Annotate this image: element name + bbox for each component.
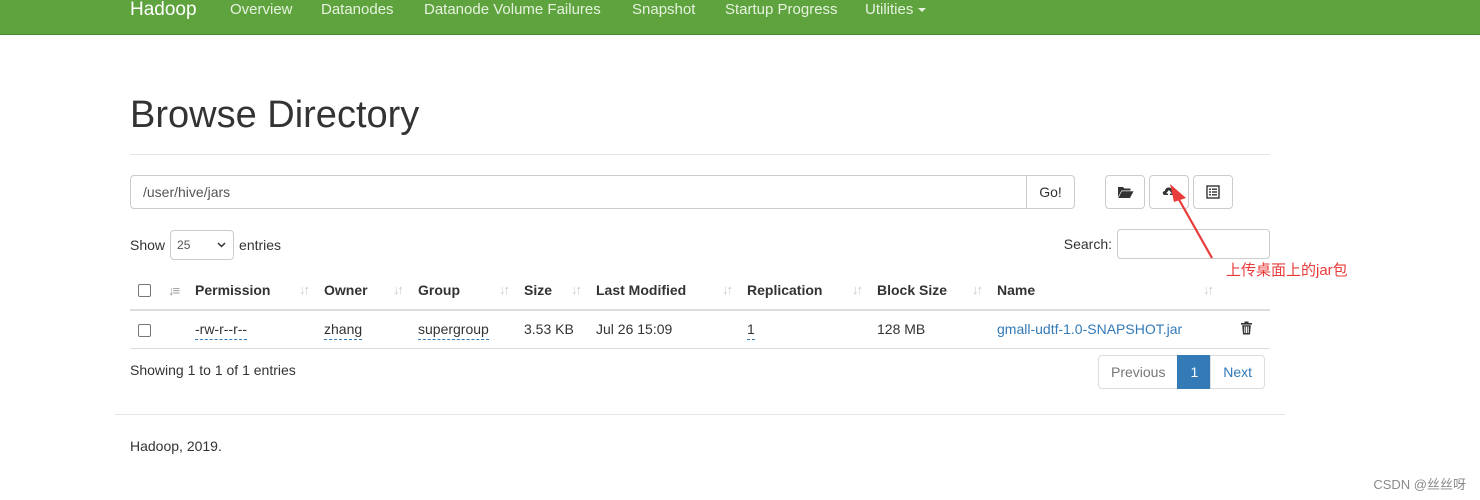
row-spacer-cell	[160, 310, 187, 349]
next-page-button[interactable]: Next	[1210, 355, 1266, 389]
row-checkbox[interactable]	[138, 324, 151, 338]
entries-length-value: 25	[177, 238, 191, 252]
previous-page-button[interactable]: Previous	[1098, 355, 1179, 389]
block-size-cell: 128 MB	[869, 310, 989, 349]
entries-length-select[interactable]: 25	[170, 230, 235, 260]
nav-datanodes[interactable]: Datanodes	[321, 0, 394, 20]
column-size-label: Size	[524, 281, 553, 298]
replication-link[interactable]: 1	[747, 321, 755, 341]
sort-icon: ↓↑	[1203, 282, 1214, 297]
table-info: Showing 1 to 1 of 1 entries	[130, 362, 296, 378]
column-replication-label: Replication	[747, 281, 823, 298]
sort-icon: ↓↑	[571, 282, 582, 297]
column-permission[interactable]: Permission ↓↑	[187, 270, 316, 311]
column-name-label: Name	[997, 281, 1036, 298]
nav-startup-progress[interactable]: Startup Progress	[725, 0, 838, 20]
nav-utilities-dropdown[interactable]: Utilities	[865, 0, 927, 20]
footer-divider	[115, 414, 1285, 415]
nav-snapshot[interactable]: Snapshot	[632, 0, 695, 20]
sort-icon: ↓↑	[499, 282, 510, 297]
path-form: Go!	[130, 175, 1075, 209]
annotation-label: 上传桌面上的jar包	[1226, 262, 1348, 279]
select-all-checkbox[interactable]	[138, 284, 151, 298]
sort-icon: ↓↑	[722, 282, 733, 297]
column-group-label: Group	[418, 281, 460, 298]
footer-text: Hadoop, 2019.	[130, 438, 222, 454]
size-cell: 3.53 KB	[516, 310, 588, 349]
directory-path-input[interactable]	[130, 175, 1027, 209]
search-label: Search:	[1063, 236, 1112, 252]
sort-icon: ↓↑	[972, 282, 983, 297]
file-table: ↓≡ Permission ↓↑ Owner ↓↑ Group ↓↑ Size ↓↑ L…	[130, 270, 1270, 349]
column-block-size[interactable]: Block Size ↓↑	[869, 270, 989, 311]
nav-overview[interactable]: Overview	[230, 0, 293, 20]
column-name[interactable]: Name ↓↑	[989, 270, 1220, 311]
chevron-down-icon	[217, 242, 226, 248]
column-replication[interactable]: Replication ↓↑	[739, 270, 869, 311]
column-block-size-label: Block Size	[877, 281, 948, 298]
header-select-all[interactable]	[130, 270, 160, 311]
owner-cell: zhang	[316, 310, 410, 349]
column-group[interactable]: Group ↓↑	[410, 270, 516, 311]
column-last-modified[interactable]: Last Modified ↓↑	[588, 270, 739, 311]
row-select-cell	[130, 310, 160, 349]
group-link[interactable]: supergroup	[418, 321, 489, 341]
pagination: Previous 1 Next	[1098, 355, 1266, 389]
column-last-modified-label: Last Modified	[596, 281, 687, 298]
annotation-arrow-icon	[1170, 184, 1213, 259]
page-1-button[interactable]: 1	[1177, 355, 1212, 389]
top-navbar: Hadoop Overview Datanodes Datanode Volum…	[0, 0, 1480, 35]
show-entries-control: Show 25 entries	[130, 230, 281, 260]
entries-label: entries	[239, 237, 282, 253]
sort-ascending-icon: ↓≡	[168, 282, 180, 298]
replication-cell: 1	[739, 310, 869, 349]
caret-down-icon	[918, 8, 927, 13]
owner-link[interactable]: zhang	[324, 321, 363, 341]
table-row: -rw-r--r-- zhang supergroup 3.53 KB Jul …	[130, 310, 1270, 349]
header-sort-column[interactable]: ↓≡	[160, 270, 187, 311]
column-size[interactable]: Size ↓↑	[516, 270, 588, 311]
folder-open-icon	[1117, 187, 1133, 198]
file-name-link[interactable]: gmall-udtf-1.0-SNAPSHOT.jar	[997, 321, 1182, 337]
show-label: Show	[130, 237, 166, 253]
column-owner-label: Owner	[324, 281, 368, 298]
divider	[130, 154, 1270, 155]
sort-icon: ↓↑	[393, 282, 404, 297]
sort-icon: ↓↑	[852, 282, 863, 297]
table-header-row: ↓≡ Permission ↓↑ Owner ↓↑ Group ↓↑ Size ↓↑ L…	[130, 270, 1270, 311]
nav-datanode-volume-failures[interactable]: Datanode Volume Failures	[424, 0, 601, 20]
page-title: Browse Directory	[130, 94, 420, 136]
permission-link[interactable]: -rw-r--r--	[195, 321, 248, 341]
group-cell: supergroup	[410, 310, 516, 349]
last-modified-cell: Jul 26 15:09	[588, 310, 739, 349]
actions-cell	[1220, 310, 1270, 349]
go-button[interactable]: Go!	[1026, 175, 1075, 209]
column-permission-label: Permission	[195, 281, 271, 298]
watermark: CSDN @丝丝呀	[1373, 477, 1466, 492]
nav-utilities-label: Utilities	[865, 1, 914, 18]
sort-icon: ↓↑	[299, 282, 310, 297]
create-directory-button[interactable]	[1105, 175, 1145, 209]
column-owner[interactable]: Owner ↓↑	[316, 270, 410, 311]
trash-icon[interactable]	[1240, 321, 1253, 335]
permission-cell: -rw-r--r--	[187, 310, 316, 349]
name-cell: gmall-udtf-1.0-SNAPSHOT.jar	[989, 310, 1220, 349]
brand-logo[interactable]: Hadoop	[130, 0, 197, 22]
